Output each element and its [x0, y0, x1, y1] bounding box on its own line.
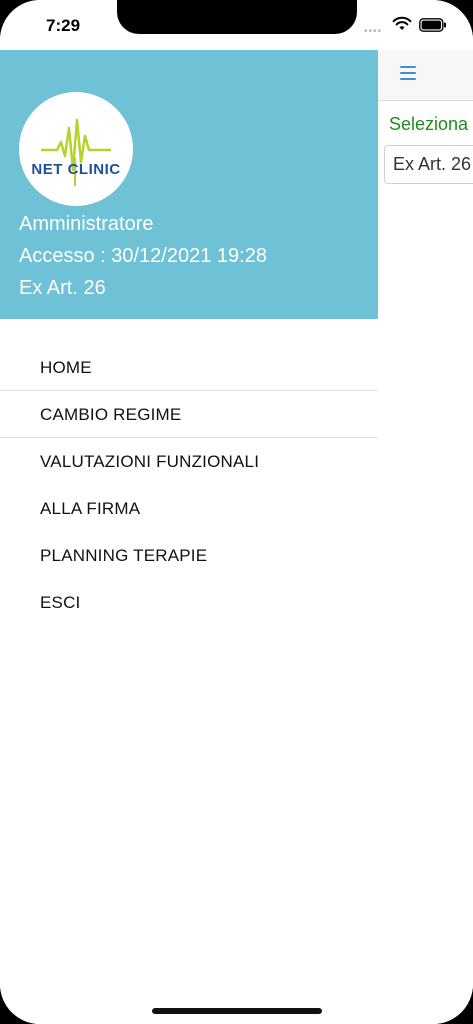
signal-dots-icon: •••• — [364, 26, 383, 37]
menu-item-valutazioni-funzionali[interactable]: VALUTAZIONI FUNZIONALI — [0, 438, 378, 485]
background-app: Seleziona Ex Art. 26 — [378, 0, 473, 1024]
heartbeat-icon — [41, 118, 111, 186]
regime-select[interactable]: Ex Art. 26 — [384, 145, 473, 184]
last-access: Accesso : 30/12/2021 19:28 — [19, 245, 267, 267]
hamburger-menu-icon[interactable] — [400, 66, 416, 80]
user-role: Amministratore — [19, 213, 154, 235]
background-navbar — [378, 50, 473, 101]
home-indicator[interactable] — [152, 1008, 322, 1014]
wifi-icon — [392, 16, 412, 30]
netclinic-logo: NET CLINIC — [19, 92, 133, 206]
current-regime: Ex Art. 26 — [19, 277, 106, 299]
menu-item-cambio-regime[interactable]: CAMBIO REGIME — [0, 391, 378, 438]
status-time: 7:29 — [46, 16, 81, 35]
menu-item-planning-terapie[interactable]: PLANNING TERAPIE — [0, 532, 378, 579]
notch — [117, 0, 357, 34]
phone-screen: Seleziona Ex Art. 26 NET CLINIC Amminist… — [0, 0, 473, 1024]
menu-item-esci[interactable]: ESCI — [0, 579, 378, 626]
drawer-header: NET CLINIC Amministratore Accesso : 30/1… — [0, 50, 378, 319]
drawer-menu: HOME CAMBIO REGIME VALUTAZIONI FUNZIONAL… — [0, 344, 378, 626]
battery-icon — [419, 18, 446, 32]
side-drawer: NET CLINIC Amministratore Accesso : 30/1… — [0, 0, 378, 1024]
regime-select-value: Ex Art. 26 — [393, 154, 472, 174]
menu-item-alla-firma[interactable]: ALLA FIRMA — [0, 485, 378, 532]
status-bar: 7:29 •••• — [0, 0, 473, 50]
select-label: Seleziona — [389, 114, 469, 134]
menu-item-home[interactable]: HOME — [0, 344, 378, 391]
logo-text: NET CLINIC — [31, 161, 121, 178]
